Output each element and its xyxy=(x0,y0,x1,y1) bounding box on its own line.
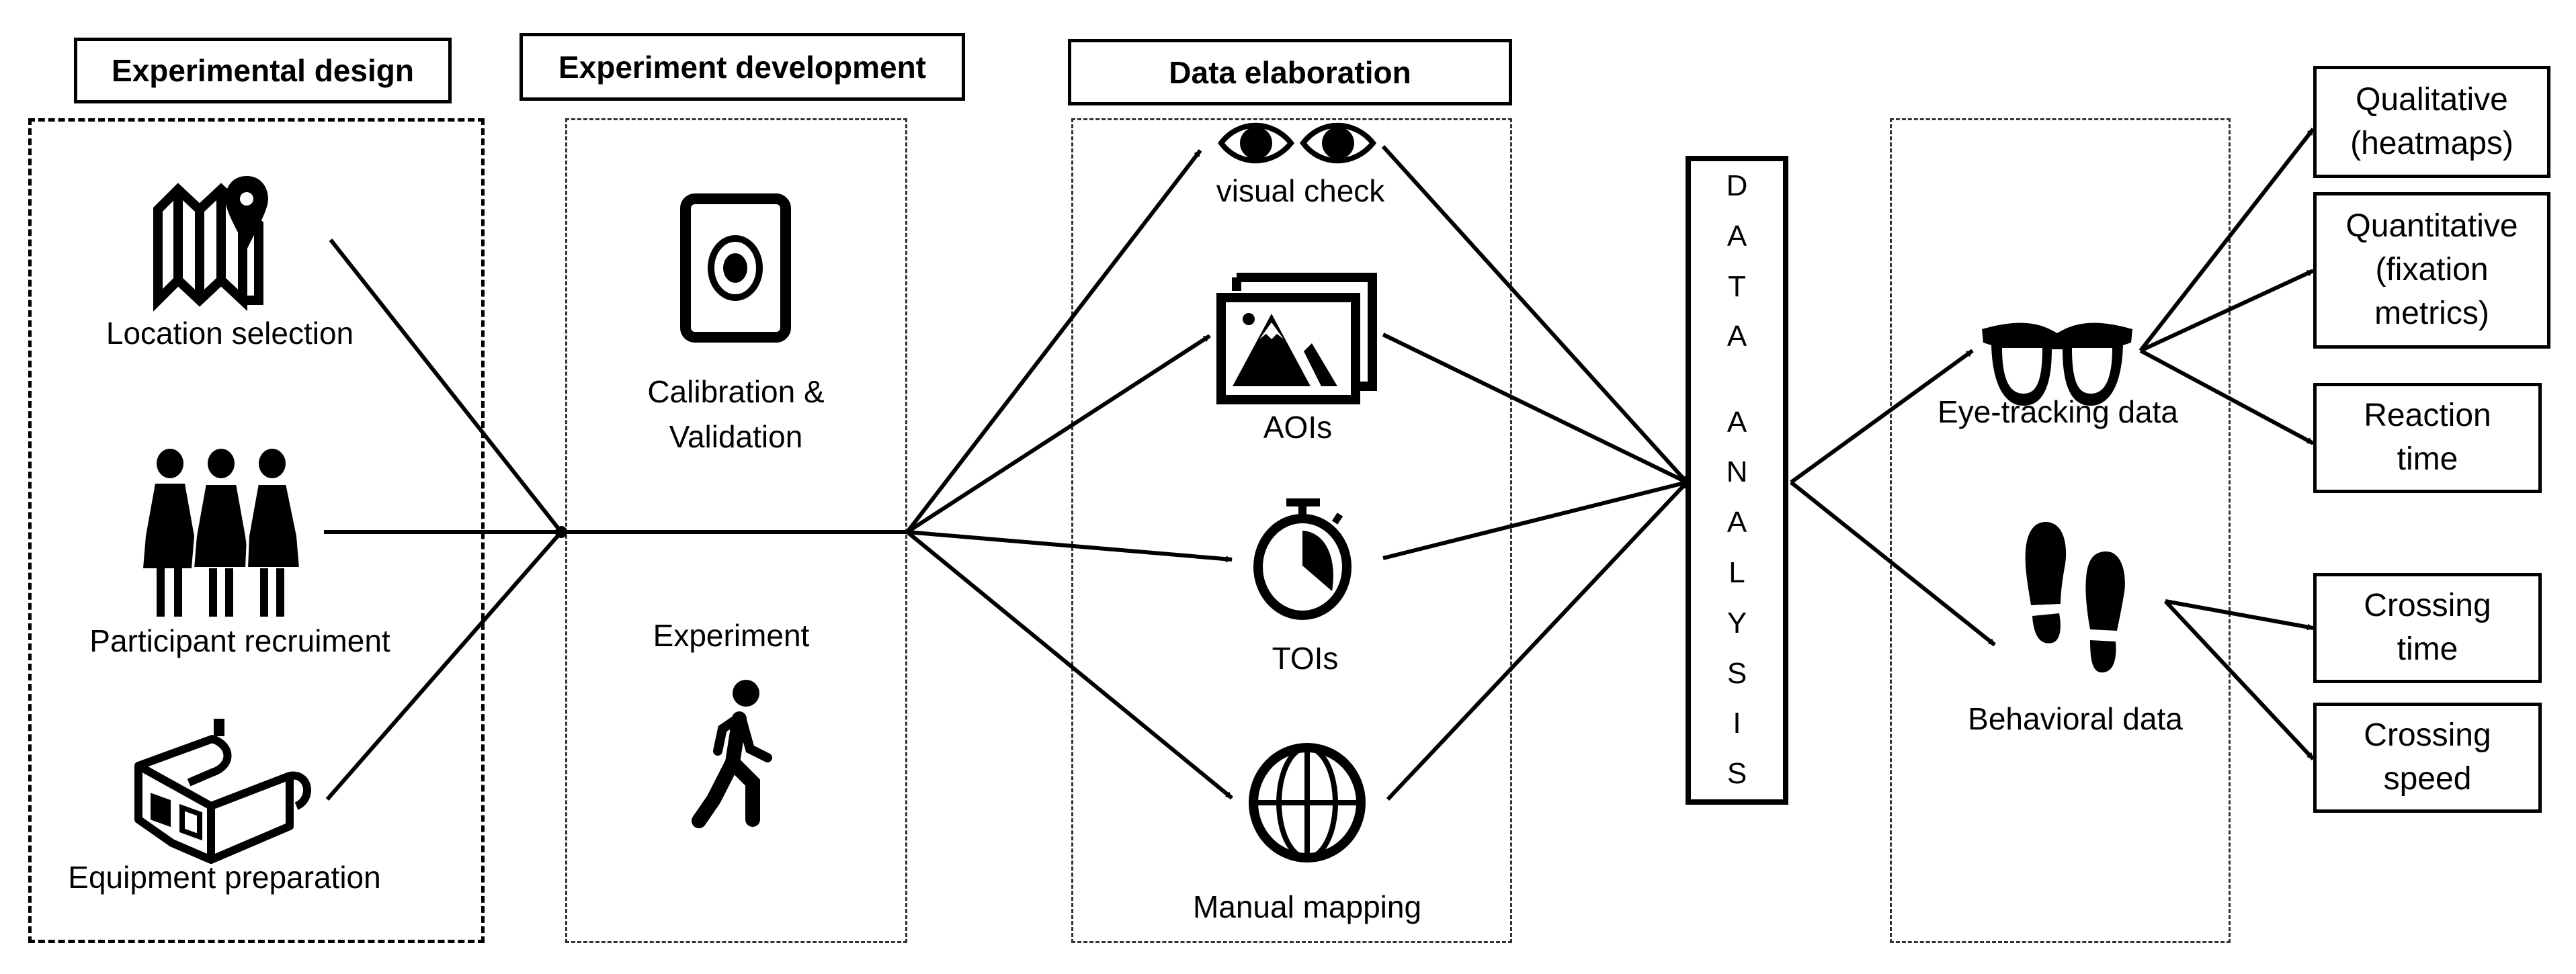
equipment-preparation-label: Equipment preparation xyxy=(68,860,381,895)
arrow-eye-to-qualitative xyxy=(2138,128,2315,352)
output-qualitative-line2: (heatmaps) xyxy=(2350,125,2513,161)
output-crossing-time-line2: time xyxy=(2397,631,2458,667)
analysis-letter: N xyxy=(1726,455,1748,489)
arrow-to-visual-check xyxy=(905,149,1202,533)
manual-mapping-label: Manual mapping xyxy=(1192,889,1422,924)
output-quantitative-line2: (fixation xyxy=(2375,252,2489,288)
output-quantitative-line3: metrics) xyxy=(2374,295,2489,331)
arrow-eye-to-quantitative xyxy=(2139,269,2315,353)
tablet-target-icon xyxy=(680,193,791,343)
output-crossing-speed-line1: Crossing xyxy=(2364,717,2491,754)
visual-check-label: visual check xyxy=(1216,173,1385,208)
analysis-letter: A xyxy=(1727,320,1747,353)
analysis-letter: S xyxy=(1727,656,1747,690)
analysis-letter: S xyxy=(1727,757,1747,791)
participant-recruitment-label: Participant recruiment xyxy=(89,623,390,658)
arrow-to-tois xyxy=(907,530,1233,563)
output-crossing-time-line1: Crossing xyxy=(2364,588,2491,624)
eye-tracking-data-label: Eye-tracking data xyxy=(1938,394,2178,429)
location-selection-label: Location selection xyxy=(106,316,354,351)
3d-glasses-icon xyxy=(134,719,311,864)
aois-label: AOIs xyxy=(1263,410,1333,445)
output-crossing-time: Crossing time xyxy=(2313,573,2542,683)
tois-label: TOIs xyxy=(1272,641,1339,676)
arrow-tois-to-analysis xyxy=(1382,480,1688,560)
connector-equipment-to-join xyxy=(325,531,563,801)
arrow-mapping-to-analysis xyxy=(1386,480,1689,801)
output-qualitative: Qualitative (heatmaps) xyxy=(2313,66,2550,178)
output-quantitative: Quantitative (fixation metrics) xyxy=(2313,192,2550,349)
output-crossing-speed: Crossing speed xyxy=(2313,703,2542,813)
output-reaction-line1: Reaction xyxy=(2364,398,2491,434)
arrow-analysis-to-behavioral xyxy=(1790,480,1996,647)
analysis-letter: A xyxy=(1727,405,1747,439)
arrow-aois-to-analysis xyxy=(1382,333,1688,484)
analysis-letter: L xyxy=(1729,556,1745,590)
people-icon xyxy=(143,449,302,617)
arrow-to-aois xyxy=(906,334,1211,534)
calibration-label-line1: Calibration & xyxy=(647,374,825,409)
calibration-label-line2: Validation xyxy=(669,419,803,454)
analysis-letter: I xyxy=(1733,707,1741,740)
stopwatch-icon xyxy=(1253,498,1352,620)
workflow-diagram: Experimental design Experiment developme… xyxy=(0,0,2576,974)
arrow-visual-check-to-analysis xyxy=(1381,144,1689,484)
arrow-to-manual-mapping xyxy=(906,530,1233,800)
analysis-letter: A xyxy=(1727,506,1747,539)
footprints-icon xyxy=(2025,522,2125,673)
output-quantitative-line1: Quantitative xyxy=(2345,208,2518,245)
map-pin-icon xyxy=(153,176,268,312)
eyes-icon xyxy=(1218,122,1377,164)
analysis-letter: A xyxy=(1727,219,1747,253)
walking-person-icon xyxy=(692,680,772,828)
analysis-letter: T xyxy=(1728,269,1746,303)
analysis-letter: D xyxy=(1726,169,1748,202)
behavioral-data-label: Behavioral data xyxy=(1968,701,2183,736)
output-reaction-time: Reaction time xyxy=(2313,383,2542,493)
analysis-letter: Y xyxy=(1727,606,1747,639)
output-qualitative-line1: Qualitative xyxy=(2356,81,2508,118)
experiment-label: Experiment xyxy=(653,618,810,653)
output-reaction-line2: time xyxy=(2397,441,2458,477)
join-node xyxy=(555,526,567,538)
images-icon xyxy=(1216,273,1377,404)
connector-location-to-join xyxy=(329,238,563,533)
data-analysis-box: D A T A A N A L Y S I S xyxy=(1686,156,1788,805)
globe-icon xyxy=(1249,743,1366,862)
output-crossing-speed-line2: speed xyxy=(2383,761,2472,797)
